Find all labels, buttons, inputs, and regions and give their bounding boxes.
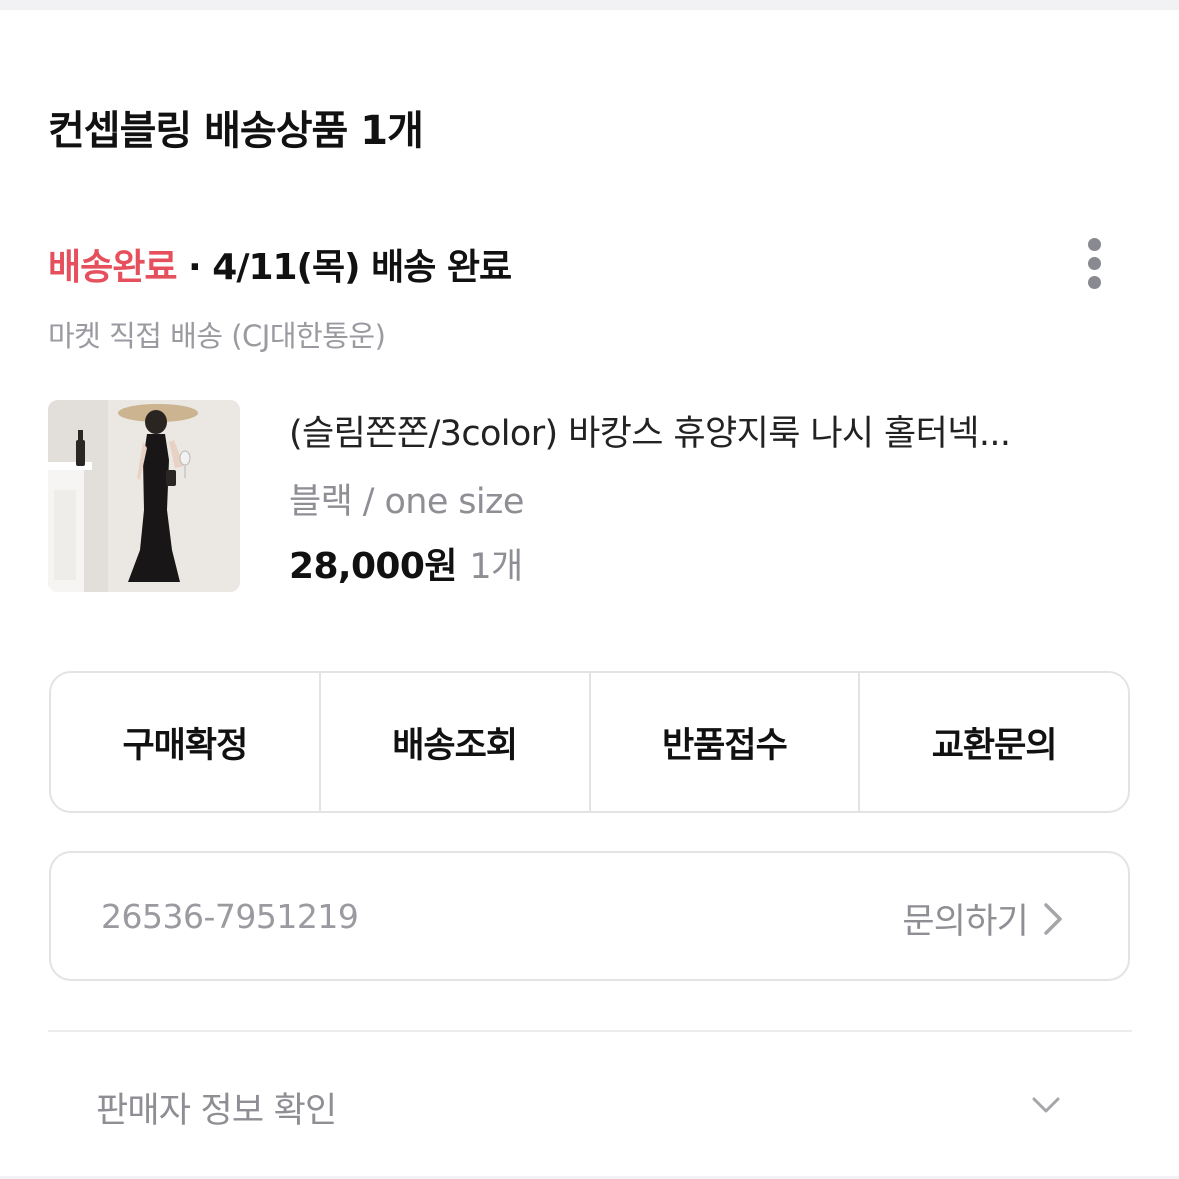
carrier-info: 마켓 직접 배송 (CJ대한통운) — [48, 319, 386, 353]
product-price: 28,000원 — [289, 546, 457, 587]
confirm-purchase-button[interactable]: 구매확정 — [51, 673, 321, 811]
order-action-buttons: 구매확정 배송조회 반품접수 교환문의 — [49, 671, 1130, 813]
chevron-right-icon — [1044, 902, 1062, 935]
product-name[interactable]: (슬림쫀쫀/3color) 바캉스 휴양지룩 나시 홀터넥... — [289, 405, 1079, 456]
more-options-icon[interactable] — [1078, 236, 1112, 292]
track-shipment-button[interactable]: 배송조회 — [320, 673, 591, 811]
top-divider-strip — [0, 0, 1179, 10]
chevron-down-icon — [1032, 1097, 1060, 1113]
exchange-inquiry-button[interactable]: 교환문의 — [860, 673, 1128, 811]
product-thumbnail[interactable] — [48, 400, 240, 592]
seller-shipment-title: 컨셉블링 배송상품 1개 — [48, 108, 424, 154]
status-separator: · — [188, 247, 202, 288]
order-number: 26536-7951219 — [101, 897, 359, 936]
seller-info-toggle[interactable]: 판매자 정보 확인 — [48, 1060, 1132, 1150]
product-price-row: 28,000원 1개 — [289, 537, 523, 589]
section-divider — [48, 1030, 1132, 1032]
shipment-status-row: 배송완료 · 4/11(목) 배송 완료 — [48, 238, 512, 290]
product-option: 블랙 / one size — [289, 482, 524, 522]
delivery-date-text: 4/11(목) 배송 완료 — [212, 247, 512, 288]
inquiry-link[interactable]: 문의하기 — [902, 893, 1066, 944]
product-quantity: 1개 — [469, 547, 523, 587]
delivery-status-badge: 배송완료 — [48, 247, 177, 288]
request-return-button[interactable]: 반품접수 — [590, 673, 861, 811]
order-number-box: 26536-7951219 문의하기 — [49, 851, 1130, 981]
seller-info-label: 판매자 정보 확인 — [96, 1091, 337, 1131]
inquiry-label: 문의하기 — [902, 902, 1028, 942]
